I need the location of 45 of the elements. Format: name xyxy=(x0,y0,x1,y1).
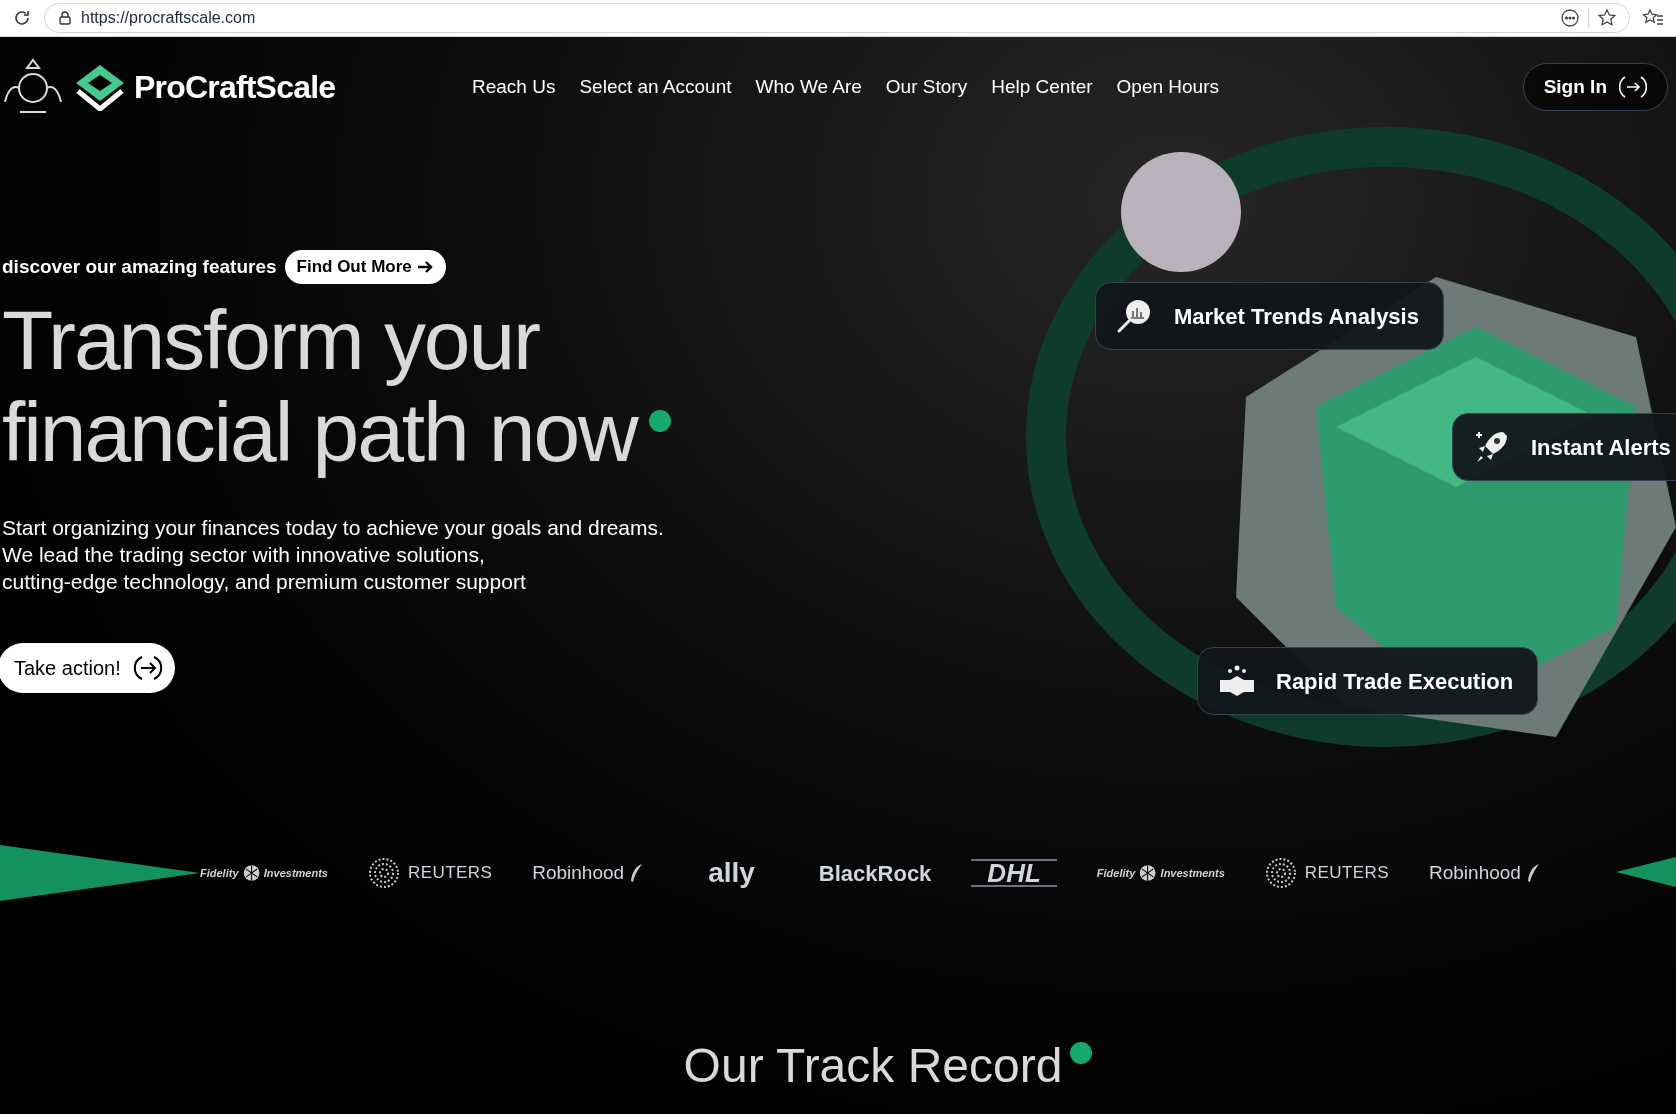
brand-name: ProCraftScale xyxy=(134,68,336,107)
dotted-circle-icon xyxy=(368,857,400,889)
partner-logo-text: DHL xyxy=(971,859,1057,887)
hero-heading-line: Transform your xyxy=(2,294,539,386)
hero-paragraph-line: We lead the trading sector with innovative solutions, xyxy=(2,542,485,568)
logo-icon xyxy=(74,63,126,111)
feature-label: Market Trends Analysis xyxy=(1174,302,1419,331)
globe-icon xyxy=(1139,862,1157,884)
feature-label: Instant Alerts xyxy=(1531,433,1671,462)
take-action-button[interactable]: Take action! xyxy=(0,643,175,693)
triangle-shape xyxy=(1616,857,1676,887)
partner-logo-text: REUTERS xyxy=(1304,862,1389,885)
partner-logo-text: Robinhood xyxy=(1429,860,1521,885)
hero-heading-line: financial path now xyxy=(2,386,637,478)
nav-link[interactable]: Help Center xyxy=(991,72,1093,102)
partner-logo-text: Investments xyxy=(263,865,328,881)
nav-link[interactable]: Our Story xyxy=(885,72,968,102)
feather-icon xyxy=(628,863,645,883)
partner-logo-text: Fidelity xyxy=(1096,865,1136,881)
partner-logo-text: Robinhood xyxy=(532,860,625,885)
nav-link[interactable]: Select an Account xyxy=(579,72,732,102)
arrow-right-icon xyxy=(415,259,434,275)
nav-link[interactable]: Open Hours xyxy=(1116,72,1219,102)
globe-icon xyxy=(242,862,260,884)
section-heading: Our Track Record xyxy=(683,1038,1063,1094)
nav-link[interactable]: Reach Us xyxy=(472,72,556,102)
find-out-more-button[interactable]: Find Out More xyxy=(284,250,446,284)
feature-label: Rapid Trade Execution xyxy=(1276,667,1514,696)
lock-icon xyxy=(57,10,73,26)
sign-in-button[interactable]: Sign In xyxy=(1522,63,1668,111)
hero-paragraph-line: cutting-edge technology, and premium customer support xyxy=(2,569,526,595)
url-text: https://procraftscale.com xyxy=(81,8,257,28)
partner-logo-text: ally xyxy=(707,856,756,890)
tagline: discover our amazing features xyxy=(2,254,277,279)
star-icon[interactable] xyxy=(1597,8,1617,28)
partner-logo-text: Fidelity xyxy=(200,865,239,881)
partner-logo-text: BlackRock xyxy=(818,859,932,888)
hero-paragraph-line: Start organizing your finances today to achieve your goals and dreams. xyxy=(2,515,664,541)
favorites-icon[interactable] xyxy=(1642,8,1664,28)
more-icon[interactable] xyxy=(1560,8,1580,28)
nav-link[interactable]: Who We Are xyxy=(755,72,862,102)
dotted-circle-icon xyxy=(1264,857,1297,889)
partner-logo-text: Investments xyxy=(1160,865,1225,881)
reload-icon[interactable] xyxy=(12,8,32,28)
partner-logo-text: REUTERS xyxy=(408,862,493,885)
